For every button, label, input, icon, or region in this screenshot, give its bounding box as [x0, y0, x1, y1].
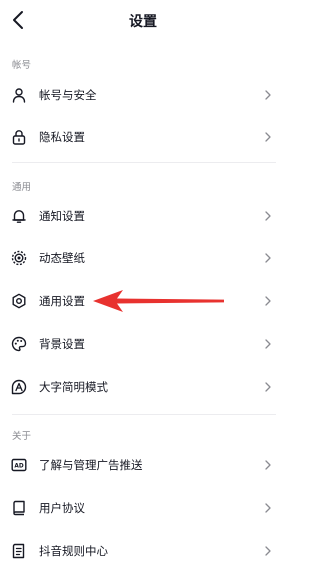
- settings-item-label: 通用设置: [39, 294, 85, 308]
- settings-item-user-agreement[interactable]: 用户协议: [0, 487, 286, 529]
- chevron-right-icon: [264, 459, 272, 471]
- user-icon: [11, 87, 27, 103]
- bell-icon: [11, 208, 27, 224]
- settings-item-label: 动态壁纸: [39, 251, 85, 265]
- chevron-right-icon: [264, 545, 272, 557]
- gear-icon: [11, 293, 27, 309]
- ad-icon: AD: [11, 457, 27, 473]
- settings-item-account-security[interactable]: 帐号与安全: [0, 74, 286, 116]
- settings-item-background[interactable]: 背景设置: [0, 323, 286, 365]
- settings-item-label: 抖音规则中心: [39, 544, 108, 558]
- chevron-right-icon: [264, 89, 272, 101]
- section-divider: [12, 162, 276, 163]
- settings-item-rules-center[interactable]: 抖音规则中心: [0, 530, 286, 572]
- lock-icon: [11, 129, 27, 145]
- section-label-account: 帐号: [12, 60, 32, 71]
- settings-item-large-text-mode[interactable]: 大字简明模式: [0, 366, 286, 408]
- settings-item-label: 帐号与安全: [39, 88, 97, 102]
- book-icon: [11, 500, 27, 516]
- chevron-right-icon: [264, 381, 272, 393]
- chevron-right-icon: [264, 295, 272, 307]
- header-bar: 设置: [0, 0, 286, 42]
- chevron-right-icon: [264, 502, 272, 514]
- settings-item-label: 通知设置: [39, 209, 85, 223]
- section-label-general: 通用: [12, 182, 32, 193]
- settings-item-label: 大字简明模式: [39, 380, 108, 394]
- settings-item-general-settings[interactable]: 通用设置: [0, 280, 286, 322]
- section-divider: [12, 414, 276, 415]
- live-wallpaper-icon: [11, 250, 27, 266]
- settings-item-label: 了解与管理广告推送: [39, 458, 143, 472]
- settings-item-label: 隐私设置: [39, 130, 85, 144]
- settings-item-live-wallpaper[interactable]: 动态壁纸: [0, 237, 286, 279]
- settings-item-privacy[interactable]: 隐私设置: [0, 116, 286, 158]
- settings-item-notifications[interactable]: 通知设置: [0, 195, 286, 237]
- settings-item-label: 用户协议: [39, 501, 85, 515]
- page-title: 设置: [129, 14, 157, 30]
- svg-text:AD: AD: [14, 464, 23, 470]
- chevron-right-icon: [264, 210, 272, 222]
- settings-item-ad-management[interactable]: AD 了解与管理广告推送: [0, 444, 286, 486]
- section-label-about: 关于: [12, 431, 32, 442]
- chevron-right-icon: [264, 252, 272, 264]
- chevron-right-icon: [264, 338, 272, 350]
- chevron-right-icon: [264, 131, 272, 143]
- palette-icon: [11, 336, 27, 352]
- rules-icon: [11, 543, 27, 559]
- settings-item-label: 背景设置: [39, 337, 85, 351]
- large-text-icon: [11, 379, 27, 395]
